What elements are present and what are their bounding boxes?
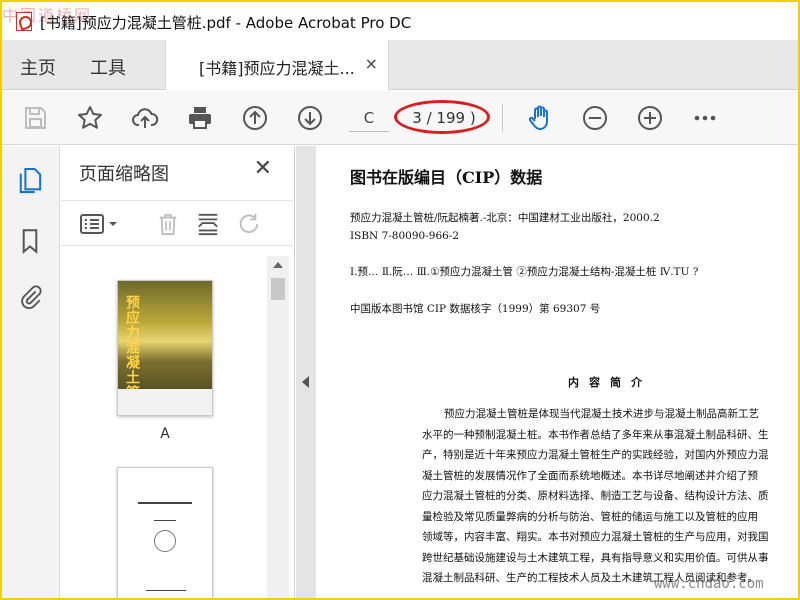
toolbar-divider xyxy=(502,104,503,132)
paragraph-line: 应力混凝土管桩的分类、原材料选择、制造工艺与设备、结构设计方法、质 xyxy=(422,490,769,502)
zoom-out-icon[interactable] xyxy=(580,103,610,133)
cip-line-3: Ⅰ.预… Ⅱ.阮… Ⅲ.①预应力混凝土管 ②预应力混凝土结构-混凝土桩 Ⅳ.TU… xyxy=(350,266,699,278)
panel-toolbar xyxy=(61,200,295,246)
rotate-page-icon[interactable] xyxy=(233,209,263,239)
cip-line-1: 预应力混凝土管桩/阮起楠著.-北京：中国建材工业出版社，2000.2 xyxy=(350,212,660,224)
save-icon[interactable] xyxy=(20,103,50,133)
cloud-upload-icon[interactable] xyxy=(130,103,160,133)
thumbnails-scrollbar[interactable] xyxy=(267,256,289,598)
tab-bar: 主页 工具 [书籍]预应力混凝土... × xyxy=(2,40,798,90)
paragraph-line: 量检验及常见质量弊病的分析与防治、管桩的储运与施工以及管桩的应用 xyxy=(422,510,758,523)
attachment-icon[interactable] xyxy=(16,282,44,312)
cip-heading: 图书在版编目（CIP）数据 xyxy=(350,168,543,187)
thumb-text-line xyxy=(154,520,176,521)
thumb-text-line xyxy=(146,590,186,591)
thumb-text-line xyxy=(138,502,192,504)
bookmark-icon[interactable] xyxy=(16,226,44,256)
page-thumbnails-icon[interactable] xyxy=(16,166,44,196)
paragraph-line: 领域等，内容丰富、翔实。本书对预应力混凝土管桩的生产与应用，对我国 xyxy=(422,531,769,543)
scroll-up-arrow-icon[interactable] xyxy=(273,262,283,268)
print-icon[interactable] xyxy=(185,103,215,133)
collapse-arrow-icon[interactable] xyxy=(302,376,309,388)
extract-page-icon[interactable] xyxy=(193,209,223,239)
window-title: [书籍]预应力混凝土管桩.pdf - Adobe Acrobat Pro DC xyxy=(40,14,412,32)
next-page-icon[interactable] xyxy=(295,103,325,133)
paragraph-line: 水平的一种预制混凝土桩。本书作者总结了多年来从事混凝土制品科研、生 xyxy=(422,428,769,441)
title-bar: 中国道桥网 [书籍]预应力混凝土管桩.pdf - Adobe Acrobat P… xyxy=(2,2,798,40)
paragraph-line: 预应力混凝土管桩是体现当代混凝土技术进步与混凝土制品高新工艺 xyxy=(444,408,759,420)
paragraph-line: 凝土管桩的发展情况作了全面而系统地概述。本书详尽地阐述并介绍了预 xyxy=(422,469,758,482)
close-tab-icon[interactable]: × xyxy=(365,54,378,73)
zoom-in-icon[interactable] xyxy=(635,103,665,133)
star-icon[interactable] xyxy=(75,103,105,133)
toolbar: C 3 / 199 ) xyxy=(2,91,798,145)
thumbnail-page-cover[interactable]: 预应力混凝土管桩 xyxy=(117,280,213,416)
hand-tool-icon[interactable] xyxy=(525,103,555,133)
tab-document-label: [书籍]预应力混凝土... xyxy=(199,59,355,78)
prev-page-icon[interactable] xyxy=(240,103,270,133)
annotation-circle xyxy=(394,100,490,134)
cover-footer xyxy=(118,389,212,415)
tab-tools[interactable]: 工具 xyxy=(90,54,126,80)
thumbnail-options-icon[interactable] xyxy=(79,209,121,239)
tab-home[interactable]: 主页 xyxy=(20,54,56,80)
panel-collapse-strip[interactable] xyxy=(296,146,316,598)
site-watermark: www.cndao.com xyxy=(654,576,764,592)
cip-line-4: 中国版本图书馆 CIP 数据核字（1999）第 69307 号 xyxy=(350,303,601,315)
pdf-file-icon xyxy=(16,12,32,31)
scroll-thumb[interactable] xyxy=(271,278,285,300)
summary-title: 内容简介 xyxy=(568,376,652,389)
acrobat-window: 中国道桥网 [书籍]预应力混凝土管桩.pdf - Adobe Acrobat P… xyxy=(2,2,798,598)
more-icon[interactable] xyxy=(690,103,720,133)
cip-line-2: ISBN 7-80090-966-2 xyxy=(350,230,460,242)
publisher-seal-icon xyxy=(154,530,176,552)
thumbnail-page-title[interactable] xyxy=(117,467,213,598)
thumbnail-label: A xyxy=(160,426,170,442)
panel-title: 页面缩略图 xyxy=(79,164,169,185)
left-rail xyxy=(2,146,60,598)
paragraph-line: 产，特别是近十年来预应力混凝土管桩生产的实践经验，对国内外预应力混 xyxy=(422,449,769,461)
page-number-input[interactable]: C xyxy=(349,104,389,132)
thumbnails-list: 预应力混凝土管桩 A xyxy=(61,256,267,598)
document-view[interactable]: 图书在版编目（CIP）数据 预应力混凝土管桩/阮起楠著.-北京：中国建材工业出版… xyxy=(316,146,798,598)
tab-document[interactable]: [书籍]预应力混凝土... × xyxy=(165,40,389,90)
paragraph-line: 跨世纪基础设施建设与土木建筑工程，具有指导意义和实用价值。可供从事 xyxy=(422,551,769,564)
delete-page-icon[interactable] xyxy=(153,209,183,239)
page-thumbnails-panel: 页面缩略图 ✕ 预应力混凝土管桩 A xyxy=(61,146,295,598)
close-panel-icon[interactable]: ✕ xyxy=(254,156,272,181)
summary-paragraph: 预应力混凝土管桩是体现当代混凝土技术进步与混凝土制品高新工艺 水平的一种预制混凝… xyxy=(422,404,798,589)
